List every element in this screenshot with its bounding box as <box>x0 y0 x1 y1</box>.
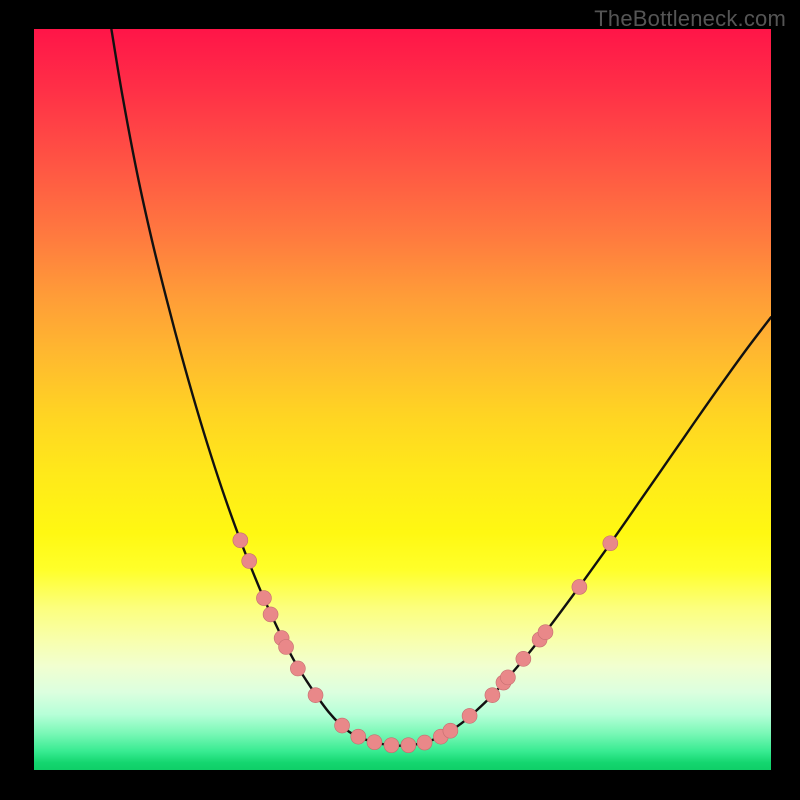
curve-marker <box>603 536 618 551</box>
plot-area <box>34 29 771 770</box>
curve-marker <box>516 651 531 666</box>
curve-marker <box>279 639 294 654</box>
curve-marker <box>417 735 432 750</box>
curve-line <box>111 29 771 746</box>
curve-marker <box>290 661 305 676</box>
curve-marker <box>384 738 399 753</box>
curve-marker <box>485 688 500 703</box>
curve-svg <box>34 29 771 770</box>
curve-marker <box>335 718 350 733</box>
curve-marker <box>233 533 248 548</box>
bottleneck-curve <box>111 29 771 746</box>
curve-marker <box>572 579 587 594</box>
curve-marker <box>351 729 366 744</box>
curve-marker <box>443 723 458 738</box>
curve-marker <box>256 591 271 606</box>
curve-markers <box>233 533 618 753</box>
chart-frame: TheBottleneck.com <box>0 0 800 800</box>
curve-marker <box>242 554 257 569</box>
curve-marker <box>462 708 477 723</box>
watermark-text: TheBottleneck.com <box>594 6 786 32</box>
curve-marker <box>367 735 382 750</box>
curve-marker <box>500 670 515 685</box>
curve-marker <box>401 738 416 753</box>
curve-marker <box>538 625 553 640</box>
curve-marker <box>263 607 278 622</box>
curve-marker <box>308 688 323 703</box>
